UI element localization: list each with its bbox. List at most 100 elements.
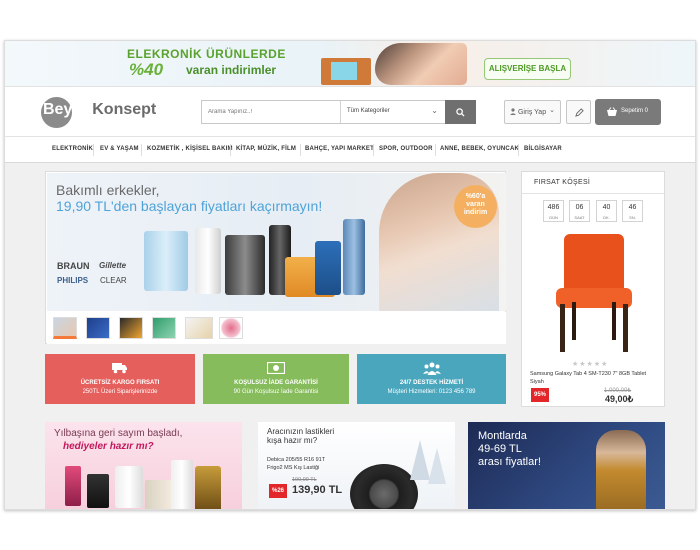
slider-thumb[interactable]	[185, 317, 213, 339]
promo-subheadline: arası fiyatlar!	[478, 456, 541, 468]
login-label: Giriş Yap	[517, 109, 547, 116]
product-razor-pack-image	[315, 241, 341, 295]
countdown-label: SAAT	[574, 215, 585, 220]
countdown-value: 06	[575, 204, 584, 211]
promo-subheadline: kışa hazır mı?	[267, 436, 318, 445]
money-icon	[267, 362, 285, 374]
brand-philips: PHILIPS	[57, 276, 89, 285]
feature-subtitle: 250TL Üzeri Siparişlerinizde	[82, 389, 158, 395]
site-header: BeyazKonsept Tüm Kategoriler ⌄ Giriş Yap…	[5, 87, 695, 137]
promo-price-range: 49-69 TL	[478, 443, 522, 455]
cart-button[interactable]: Sepetim 0	[595, 99, 661, 125]
nav-divider	[373, 144, 374, 156]
search-button[interactable]	[445, 100, 476, 124]
slider-thumb[interactable]	[86, 317, 110, 339]
perfume-image	[65, 466, 81, 506]
banner-headline: ELEKRONİK ÜRÜNLERDE	[127, 47, 286, 61]
perfume-image	[87, 474, 109, 508]
deal-corner-panel: FIRSAT KÖŞESİ 486 GÜN 06 SAAT 40 DK. 46 …	[521, 171, 665, 407]
discount-badge: %60'a varan indirim	[454, 185, 497, 228]
hero-slide[interactable]: Bakımlı erkekler, 19,90 TL'den başlayan …	[47, 173, 506, 311]
nav-divider	[518, 144, 519, 156]
brand-gillette: Gillette	[99, 261, 127, 270]
nav-item-bahce[interactable]: BAHÇE, YAPI MARKET	[305, 137, 374, 162]
nav-item-ev-yasam[interactable]: EV & YAŞAM	[100, 137, 139, 162]
tire-promo-banner[interactable]: Aracınızın lastikleri kışa hazır mı? Deb…	[258, 422, 455, 509]
tire-discount-badge: %26	[269, 484, 287, 498]
deal-product-name[interactable]: Samsung Galaxy Tab 4 SM-T230 7" 8GB Tabl…	[530, 370, 660, 386]
slider-thumbnails	[47, 312, 506, 344]
chair-image[interactable]	[550, 234, 638, 354]
search-input[interactable]	[202, 101, 341, 123]
nav-item-elektronik[interactable]: ELEKTRONİK	[52, 137, 93, 162]
category-select[interactable]: Tüm Kategoriler ⌄	[341, 101, 445, 123]
nav-divider	[93, 144, 94, 156]
coat-promo-banner[interactable]: Montlarda 49-69 TL arası fiyatlar!	[468, 422, 665, 509]
nav-divider	[230, 144, 231, 156]
deal-corner-title: FIRSAT KÖŞESİ	[522, 172, 664, 194]
tire-product-name: Debica 205/55 R16 91T	[267, 457, 326, 463]
feature-subtitle: Müşteri Hizmetleri: 0123 456 789	[387, 389, 476, 395]
nav-divider	[435, 144, 436, 156]
slider-thumb[interactable]	[53, 317, 77, 339]
laptop-image	[321, 58, 371, 85]
badge-line-2: varan	[466, 201, 485, 208]
nav-item-kozmetik[interactable]: KOZMETİK , KİŞİSEL BAKIM	[147, 137, 233, 162]
nav-divider	[300, 144, 301, 156]
nav-divider	[141, 144, 142, 156]
nav-item-bilgisayar[interactable]: BİLGİSAYAR	[524, 137, 562, 162]
logo-word-2: Konsept	[92, 101, 157, 118]
banner-subline: varan indirimler	[186, 63, 277, 77]
snowy-tree-image	[428, 448, 446, 484]
promo-subheadline: hediyeler hazır mı?	[63, 441, 154, 452]
chevron-down-icon: ⌄	[549, 107, 555, 114]
nav-item-kitap[interactable]: KİTAP, MÜZİK, FİLM	[236, 137, 296, 162]
slider-thumb[interactable]	[219, 317, 243, 339]
slider-thumb[interactable]	[119, 317, 143, 339]
feature-title: KOŞULSUZ İADE GARANTİSİ	[234, 380, 318, 386]
perfume-image	[115, 466, 143, 508]
deal-old-price: 1.000,00₺	[604, 388, 632, 394]
tire-old-price: 190,99 TL	[292, 477, 317, 483]
promo-headline: Montlarda	[478, 430, 527, 442]
nav-item-spor[interactable]: SPOR, OUTDOOR	[379, 137, 433, 162]
countdown-label: SN.	[629, 215, 636, 220]
shop-now-button[interactable]: ALIŞVERİŞE BAŞLA	[484, 58, 571, 80]
gift-promo-banner[interactable]: Yılbaşına geri sayım başladı, hediyeler …	[45, 422, 242, 509]
edit-button[interactable]	[566, 100, 591, 124]
support-service-box[interactable]: 24/7 DESTEK HİZMETİ Müşteri Hizmetleri: …	[357, 354, 506, 404]
badge-line-3: indirim	[463, 209, 488, 216]
product-trimmer-image	[225, 235, 265, 295]
category-select-value: Tüm Kategoriler	[347, 108, 390, 114]
countdown-hours: 06 SAAT	[569, 200, 590, 222]
brand-clear: CLEAR	[100, 276, 127, 285]
return-guarantee-box[interactable]: KOŞULSUZ İADE GARANTİSİ 90 Gün Koşulsuz …	[203, 354, 349, 404]
slider-thumb[interactable]	[152, 317, 176, 339]
hero-headline: Bakımlı erkekler,	[56, 182, 160, 198]
coat-model-image	[596, 430, 646, 509]
top-promo-banner[interactable]: ELEKRONİK ÜRÜNLERDE %40 varan indirimler…	[5, 41, 695, 87]
category-nav: ELEKTRONİK EV & YAŞAM KOZMETİK , KİŞİSEL…	[5, 137, 695, 163]
login-button[interactable]: Giriş Yap ⌄	[504, 100, 561, 124]
snowy-tree-image	[410, 440, 430, 480]
truck-icon	[112, 363, 127, 374]
deal-discount-badge: 95%	[531, 388, 549, 402]
perfume-image	[195, 466, 221, 509]
feature-subtitle: 90 Gün Koşulsuz İade Garantisi	[233, 389, 319, 395]
feature-title: 24/7 DESTEK HİZMETİ	[399, 380, 464, 386]
free-shipping-box[interactable]: ÜCRETSİZ KARGO FIRSATI 250TL Üzeri Sipar…	[45, 354, 195, 404]
deal-price: 49,00₺	[605, 394, 634, 404]
nav-item-anne-bebek[interactable]: ANNE, BEBEK, OYUNCAK	[440, 137, 519, 162]
product-gel-image	[343, 219, 365, 295]
hero-subheadline: 19,90 TL'den başlayan fiyatları kaçırmay…	[56, 198, 323, 214]
product-can-image	[195, 228, 221, 294]
cart-label: Sepetim 0	[621, 108, 649, 114]
countdown-value: 46	[628, 204, 637, 211]
site-logo[interactable]: Beyaz Konsept	[43, 101, 156, 119]
tire-image	[350, 464, 418, 509]
badge-line-1: %60'a	[465, 193, 486, 200]
logo-word-1: Beyaz	[43, 101, 90, 118]
hero-slider: Bakımlı erkekler, 19,90 TL'den başlayan …	[45, 171, 506, 344]
banner-percent: %40	[129, 60, 164, 79]
countdown-seconds: 46 SN.	[622, 200, 643, 222]
